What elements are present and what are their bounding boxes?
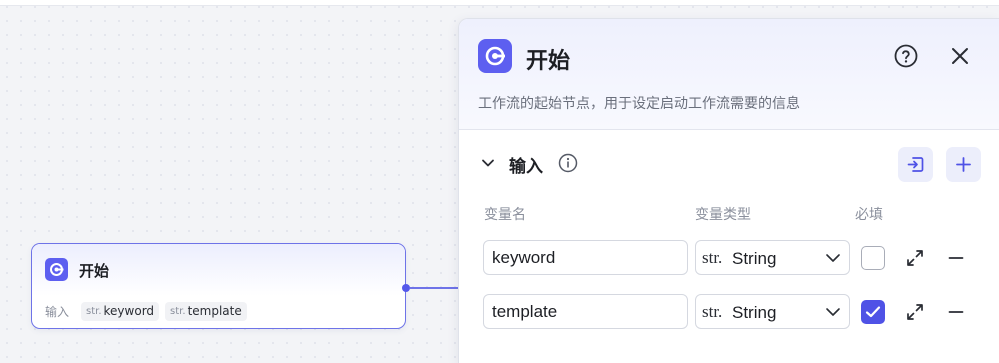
variable-type-select[interactable]: str. String bbox=[695, 240, 850, 275]
panel-description: 工作流的起始节点，用于设定启动工作流需要的信息 bbox=[478, 96, 800, 112]
variable-type-select[interactable]: str. String bbox=[695, 294, 850, 329]
canvas-start-node[interactable]: 开始 输入 str. keyword str. template bbox=[31, 243, 406, 329]
section-title: 输入 bbox=[509, 157, 543, 177]
expand-icon[interactable] bbox=[906, 249, 924, 267]
node-output-port[interactable] bbox=[402, 284, 410, 292]
param-type: str. bbox=[86, 305, 102, 317]
minus-icon[interactable] bbox=[948, 304, 964, 320]
close-icon[interactable] bbox=[948, 44, 972, 68]
add-variable-button[interactable] bbox=[946, 147, 981, 182]
node-header: 开始 bbox=[32, 244, 405, 296]
required-checkbox[interactable] bbox=[861, 246, 885, 270]
column-header-required: 必填 bbox=[855, 207, 883, 223]
node-config-panel: 开始 工作流的起始节点，用于设定启动工作流需要的信息 输入 变量名 变量类型 必… bbox=[458, 18, 999, 363]
chevron-down-icon[interactable] bbox=[480, 155, 496, 171]
column-header-name: 变量名 bbox=[484, 207, 526, 223]
node-edge bbox=[410, 287, 460, 289]
import-button[interactable] bbox=[898, 147, 933, 182]
node-input-row: 输入 str. keyword str. template bbox=[45, 301, 247, 321]
param-type: str. bbox=[170, 305, 186, 317]
type-value: String bbox=[732, 249, 777, 268]
node-input-label: 输入 bbox=[45, 304, 70, 319]
node-title: 开始 bbox=[79, 262, 110, 280]
panel-title: 开始 bbox=[526, 49, 571, 74]
type-prefix: str. bbox=[702, 248, 723, 267]
info-icon[interactable] bbox=[558, 153, 578, 173]
import-icon bbox=[907, 157, 924, 172]
required-checkbox[interactable] bbox=[861, 300, 885, 324]
minus-icon[interactable] bbox=[948, 250, 964, 266]
help-icon[interactable] bbox=[894, 44, 918, 68]
type-prefix: str. bbox=[702, 302, 723, 321]
start-node-icon bbox=[45, 258, 68, 281]
panel-header: 开始 工作流的起始节点，用于设定启动工作流需要的信息 bbox=[459, 19, 999, 130]
chevron-down-icon bbox=[826, 254, 840, 262]
param-name: template bbox=[187, 304, 242, 318]
variable-name-input[interactable]: template bbox=[483, 294, 688, 329]
node-param-chip: str. template bbox=[165, 301, 247, 321]
node-param-chip: str. keyword bbox=[81, 301, 160, 321]
type-value: String bbox=[732, 303, 777, 322]
column-header-type: 变量类型 bbox=[695, 207, 751, 223]
start-node-icon bbox=[478, 39, 512, 73]
plus-icon bbox=[956, 157, 971, 172]
canvas-top-bar bbox=[0, 0, 999, 6]
variable-name-input[interactable]: keyword bbox=[483, 240, 688, 275]
check-icon bbox=[865, 306, 881, 318]
expand-icon[interactable] bbox=[906, 303, 924, 321]
param-name: keyword bbox=[103, 304, 155, 318]
chevron-down-icon bbox=[826, 308, 840, 316]
